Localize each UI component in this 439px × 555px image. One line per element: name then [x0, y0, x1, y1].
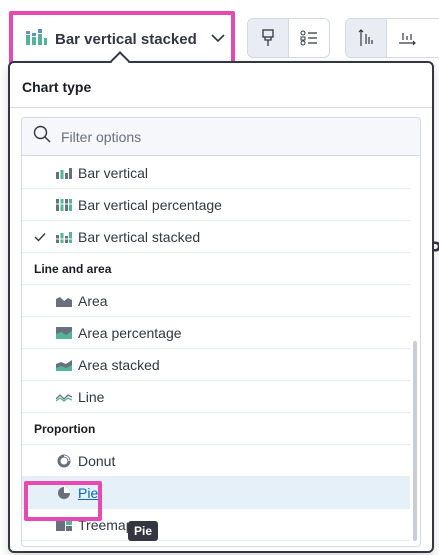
brush-icon[interactable] — [248, 19, 288, 57]
chart-type-label: Bar vertical stacked — [55, 30, 197, 48]
list-legend-icon[interactable] — [288, 19, 328, 57]
bar-vertical-stacked-icon — [50, 231, 78, 243]
option-line[interactable]: Line — [22, 381, 410, 413]
bar-vertical-stacked-icon — [25, 28, 47, 51]
option-label: Bar vertical stacked — [78, 228, 201, 245]
option-label: Area stacked — [78, 356, 160, 373]
pie-highlight-box — [24, 481, 102, 521]
pie-tooltip: Pie — [128, 521, 159, 541]
bar-vertical-icon — [50, 167, 78, 179]
bar-vertical-percentage-icon — [50, 198, 78, 211]
chart-type-popover: Chart type Bar vertical — [8, 61, 434, 553]
chevron-down-icon — [211, 30, 225, 48]
option-label: Donut — [78, 452, 116, 469]
group-label-line-and-area: Line and area — [22, 253, 410, 285]
check-icon — [22, 232, 50, 242]
scrollbar[interactable] — [413, 341, 417, 541]
option-label: Bar vertical percentage — [78, 196, 222, 213]
option-label: Area percentage — [78, 324, 182, 341]
option-label: Area — [78, 292, 108, 309]
option-label: Bar vertical — [78, 164, 149, 181]
search-box — [22, 118, 420, 156]
option-bar-vertical-percentage[interactable]: Bar vertical percentage — [22, 189, 410, 221]
search-icon — [33, 125, 51, 148]
axis-left-icon[interactable] — [346, 19, 386, 57]
option-label: Line — [78, 388, 105, 405]
style-toolbar-group — [247, 18, 330, 58]
filter-options-input[interactable] — [61, 128, 381, 145]
axis-bottom-icon[interactable] — [386, 19, 426, 57]
option-bar-vertical[interactable]: Bar vertical — [22, 157, 410, 189]
popover-title: Chart type — [22, 79, 92, 95]
axis-toolbar-group — [345, 18, 439, 58]
option-area-stacked[interactable]: Area stacked — [22, 349, 410, 381]
divider — [10, 107, 432, 108]
option-area-percentage[interactable]: Area percentage — [22, 317, 410, 349]
option-donut[interactable]: Donut — [22, 445, 410, 477]
group-label-proportion: Proportion — [22, 413, 410, 445]
area-percentage-icon — [50, 326, 78, 339]
area-icon — [50, 295, 78, 307]
donut-icon — [50, 454, 78, 468]
option-area[interactable]: Area — [22, 285, 410, 317]
line-icon — [50, 391, 78, 403]
option-bar-vertical-stacked[interactable]: Bar vertical stacked — [22, 221, 410, 253]
area-stacked-icon — [50, 359, 78, 371]
